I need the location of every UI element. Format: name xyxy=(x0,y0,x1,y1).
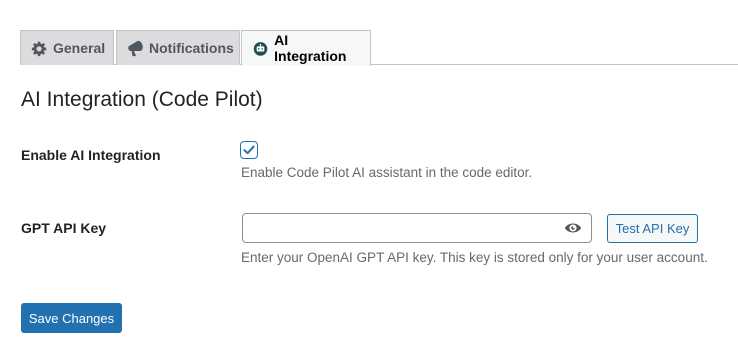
tab-general-label: General xyxy=(53,40,106,56)
api-key-label: GPT API Key xyxy=(21,220,107,236)
tab-ai-integration-label: AI Integration xyxy=(274,32,347,64)
page-title: AI Integration (Code Pilot) xyxy=(21,88,263,111)
test-api-key-button[interactable]: Test API Key xyxy=(607,214,698,243)
save-changes-button[interactable]: Save Changes xyxy=(21,303,122,333)
megaphone-icon xyxy=(127,39,144,57)
tab-notifications[interactable]: Notifications xyxy=(116,30,240,65)
api-key-input[interactable] xyxy=(242,213,592,243)
api-key-description: Enter your OpenAI GPT API key. This key … xyxy=(241,250,708,265)
show-password-icon[interactable] xyxy=(565,220,581,236)
tab-ai-integration[interactable]: AI Integration xyxy=(241,30,371,66)
enable-ai-description: Enable Code Pilot AI assistant in the co… xyxy=(241,165,533,180)
tab-general[interactable]: General xyxy=(20,30,114,65)
enable-ai-checkbox[interactable] xyxy=(240,141,258,159)
enable-ai-label: Enable AI Integration xyxy=(21,147,161,163)
settings-tabs: General Notifications AI Integration xyxy=(20,30,738,66)
robot-icon xyxy=(252,39,269,57)
tab-notifications-label: Notifications xyxy=(149,40,234,56)
gear-icon xyxy=(31,39,48,57)
checkmark-icon xyxy=(243,145,255,155)
